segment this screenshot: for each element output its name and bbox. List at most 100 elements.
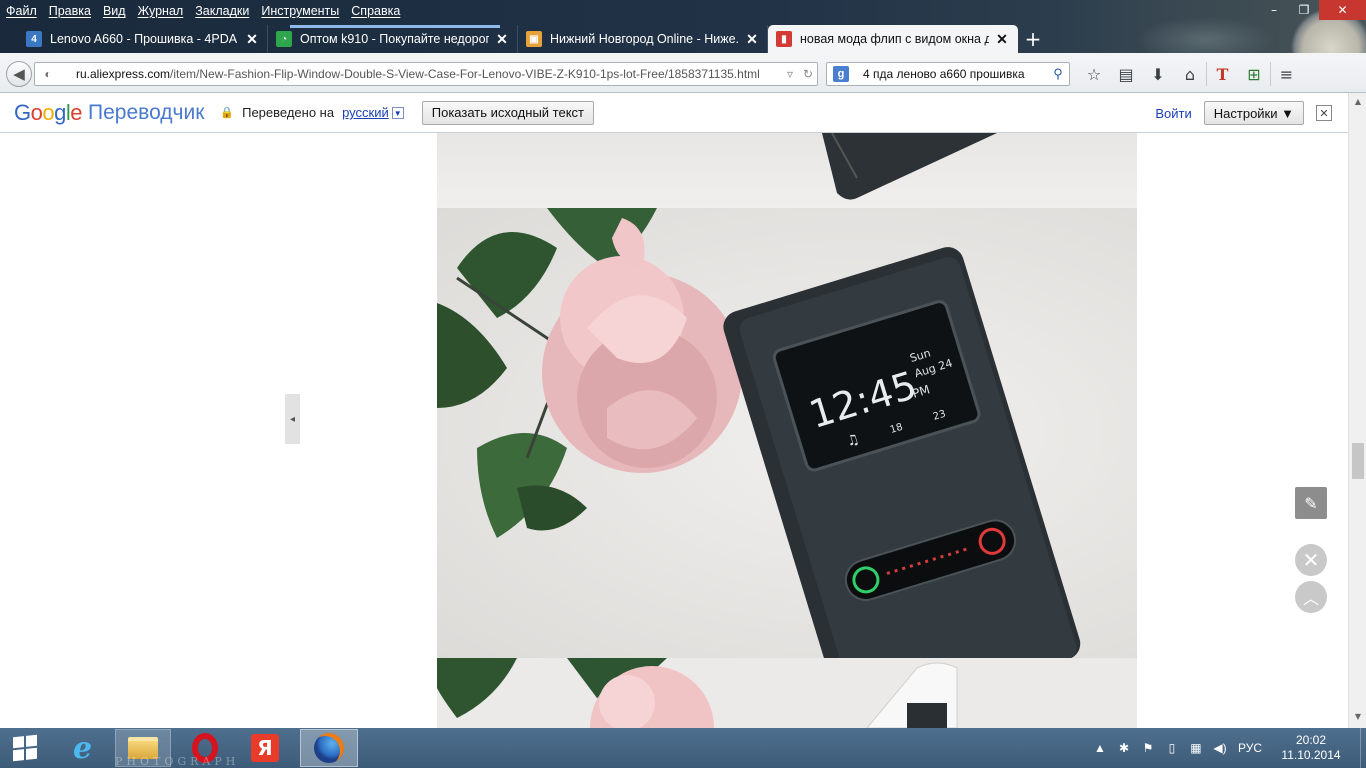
new-tab-button[interactable]: + — [1018, 25, 1048, 53]
site-identity-icon[interactable]: ◐ — [38, 64, 58, 84]
search-engine-selector[interactable]: g — [827, 63, 855, 85]
tab-nn-online[interactable]: ▣ Нижний Новгород Online - Ниже... ✕ — [518, 25, 768, 53]
firefox-icon — [314, 733, 344, 763]
menu-bookmarks[interactable]: Закладки — [195, 4, 249, 18]
bookmark-star-icon[interactable]: ☆ — [1078, 62, 1110, 86]
tab-close-icon[interactable]: ✕ — [245, 31, 259, 48]
home-icon[interactable]: ⌂ — [1174, 62, 1206, 86]
tab-favicon-cart-icon: ▮ — [776, 31, 792, 47]
search-input[interactable]: 4 пда леново а660 прошивка — [855, 67, 1047, 81]
url-domain: ru.aliexpress.com — [76, 67, 171, 81]
bluetooth-icon[interactable]: ✱ — [1112, 741, 1136, 755]
show-hidden-icons-icon[interactable]: ▲ — [1088, 741, 1112, 755]
url-text[interactable]: ru.aliexpress.com/item/New-Fashion-Flip-… — [58, 67, 781, 81]
close-window-button[interactable]: ✕ — [1319, 0, 1366, 20]
translate-addon-icon[interactable]: T — [1206, 62, 1238, 86]
language-dropdown-icon[interactable]: ▼ — [391, 106, 404, 119]
menu-file[interactable]: Файл — [6, 4, 37, 18]
side-panel-collapse-button[interactable]: ◂ — [285, 394, 300, 444]
taskbar-yandex-browser[interactable]: Я — [240, 729, 290, 767]
tab-favicon-icon: ▣ — [526, 31, 542, 47]
show-desktop-button[interactable] — [1360, 728, 1366, 768]
navigation-toolbar: ◀ ◐ ru.aliexpress.com/item/New-Fashion-F… — [0, 53, 1366, 93]
scroll-thumb[interactable] — [1352, 443, 1364, 479]
address-bar[interactable]: ◐ ru.aliexpress.com/item/New-Fashion-Fli… — [34, 62, 818, 86]
lock-icon: 🔒 — [220, 107, 235, 119]
reload-icon[interactable]: ↻ — [799, 67, 817, 81]
tab-title: Lenovo A660 - Прошивка - 4PDA — [50, 32, 238, 46]
translate-bar-right: Войти Настройки ▼ ✕ — [1155, 101, 1332, 125]
close-circle-icon[interactable]: ✕ — [1295, 544, 1327, 576]
tab-close-icon[interactable]: ✕ — [495, 31, 509, 48]
phone-edge-image — [822, 133, 997, 200]
power-icon[interactable]: ▯ — [1160, 741, 1184, 755]
scroll-up-arrow-icon[interactable]: ▲ — [1352, 97, 1364, 109]
show-original-button[interactable]: Показать исходный текст — [421, 100, 594, 125]
edit-pencil-icon[interactable]: ✎ — [1295, 487, 1327, 519]
start-button[interactable] — [0, 729, 50, 767]
tab-4pda[interactable]: 4 Lenovo A660 - Прошивка - 4PDA ✕ — [18, 25, 268, 53]
input-language-indicator[interactable]: РУС — [1238, 741, 1262, 755]
rose-and-phone-case-image: 12:45 PM Sun Aug 24 ♫ 18 23 — [437, 208, 1081, 658]
wallpaper-watermark: PHOTOGRAPH — [115, 755, 240, 768]
translated-to-label: Переведено на — [242, 105, 335, 120]
target-language-link[interactable]: русский — [342, 105, 389, 120]
action-center-flag-icon[interactable]: ⚑ — [1136, 741, 1160, 755]
taskbar-firefox[interactable] — [300, 729, 358, 767]
tab-close-icon[interactable]: ✕ — [745, 31, 759, 48]
windows-taskbar: e Я PHOTOGRAPH ▲ ✱ ⚑ ▯ ▦ ◀) РУС 20:02 11… — [0, 728, 1366, 768]
addon-grid-icon[interactable]: ⊞ — [1238, 62, 1270, 86]
toolbar-icons: ☆ ▤ ⬇ ⌂ T ⊞ ≡ — [1078, 62, 1302, 86]
search-bar[interactable]: g 4 пда леново а660 прошивка ⚲ — [826, 62, 1070, 86]
google-engine-icon: g — [833, 66, 849, 82]
menu-help[interactable]: Справка — [351, 4, 400, 18]
minimize-button[interactable]: – — [1259, 0, 1289, 20]
clock[interactable]: 20:02 11.10.2014 — [1274, 733, 1348, 763]
clock-time: 20:02 — [1295, 733, 1327, 747]
window-controls: – ❐ ✕ — [1259, 0, 1366, 20]
google-translate-bar: Google Переводчик 🔒 Переведено на русски… — [0, 93, 1348, 133]
scroll-to-top-icon[interactable]: ︿ — [1295, 581, 1327, 613]
tab-favicon-icon: 4 — [26, 31, 42, 47]
tab-aliexpress-active[interactable]: ▮ новая мода флип с видом окна д... ✕ — [768, 25, 1018, 53]
volume-icon[interactable]: ◀) — [1208, 741, 1232, 755]
url-path: /item/New-Fashion-Flip-Window-Double-S-V… — [170, 67, 760, 81]
search-icon[interactable]: ⚲ — [1047, 66, 1069, 82]
back-button[interactable]: ◀ — [6, 61, 32, 87]
menu-view[interactable]: Вид — [103, 4, 126, 18]
system-tray: ▲ ✱ ⚑ ▯ ▦ ◀) РУС 20:02 11.10.2014 — [1088, 728, 1366, 768]
bookmarks-list-icon[interactable]: ▤ — [1110, 62, 1142, 86]
google-logo: Google — [14, 99, 83, 125]
tab-k910-wholesale[interactable]: ◔ Оптом k910 - Покупайте недорог... ✕ — [268, 25, 518, 53]
tab-title: Оптом k910 - Покупайте недорог... — [300, 32, 489, 46]
back-arrow-icon: ◀ — [13, 65, 25, 83]
translate-product-name: Переводчик — [88, 100, 205, 124]
taskbar-internet-explorer[interactable]: e — [60, 729, 105, 767]
restore-button[interactable]: ❐ — [1289, 0, 1319, 20]
settings-button[interactable]: Настройки ▼ — [1203, 101, 1304, 125]
close-translate-bar-icon[interactable]: ✕ — [1316, 105, 1332, 121]
menu-edit[interactable]: Правка — [49, 4, 91, 18]
downloads-icon[interactable]: ⬇ — [1142, 62, 1174, 86]
ie-icon: e — [72, 730, 93, 766]
windows-logo-icon — [13, 734, 37, 762]
tab-close-icon[interactable]: ✕ — [995, 31, 1009, 48]
scroll-down-arrow-icon[interactable]: ▼ — [1352, 712, 1364, 724]
rose-and-white-case-image — [437, 658, 958, 728]
product-photo-bottom — [437, 658, 1137, 728]
browser-chrome: Файл Правка Вид Журнал Закладки Инструме… — [0, 0, 1366, 93]
signin-link[interactable]: Войти — [1155, 106, 1191, 121]
url-history-dropdown-icon[interactable]: ▿ — [781, 67, 799, 81]
tab-title: Нижний Новгород Online - Ниже... — [550, 32, 739, 46]
vertical-scrollbar[interactable]: ▲ ▼ — [1348, 93, 1366, 728]
tab-loading-indicator — [290, 25, 500, 28]
page-content: 12:45 PM Sun Aug 24 ♫ 18 23 ◂ ✎ ✕ ︿ — [0, 133, 1348, 728]
clock-date: 11.10.2014 — [1281, 748, 1341, 762]
product-photo-main: 12:45 PM Sun Aug 24 ♫ 18 23 — [437, 208, 1137, 658]
menu-bar: Файл Правка Вид Журнал Закладки Инструме… — [0, 0, 412, 22]
menu-hamburger-icon[interactable]: ≡ — [1270, 62, 1302, 86]
menu-history[interactable]: Журнал — [138, 4, 184, 18]
network-icon[interactable]: ▦ — [1184, 741, 1208, 755]
tab-title: новая мода флип с видом окна д... — [800, 32, 989, 46]
menu-tools[interactable]: Инструменты — [261, 4, 339, 18]
